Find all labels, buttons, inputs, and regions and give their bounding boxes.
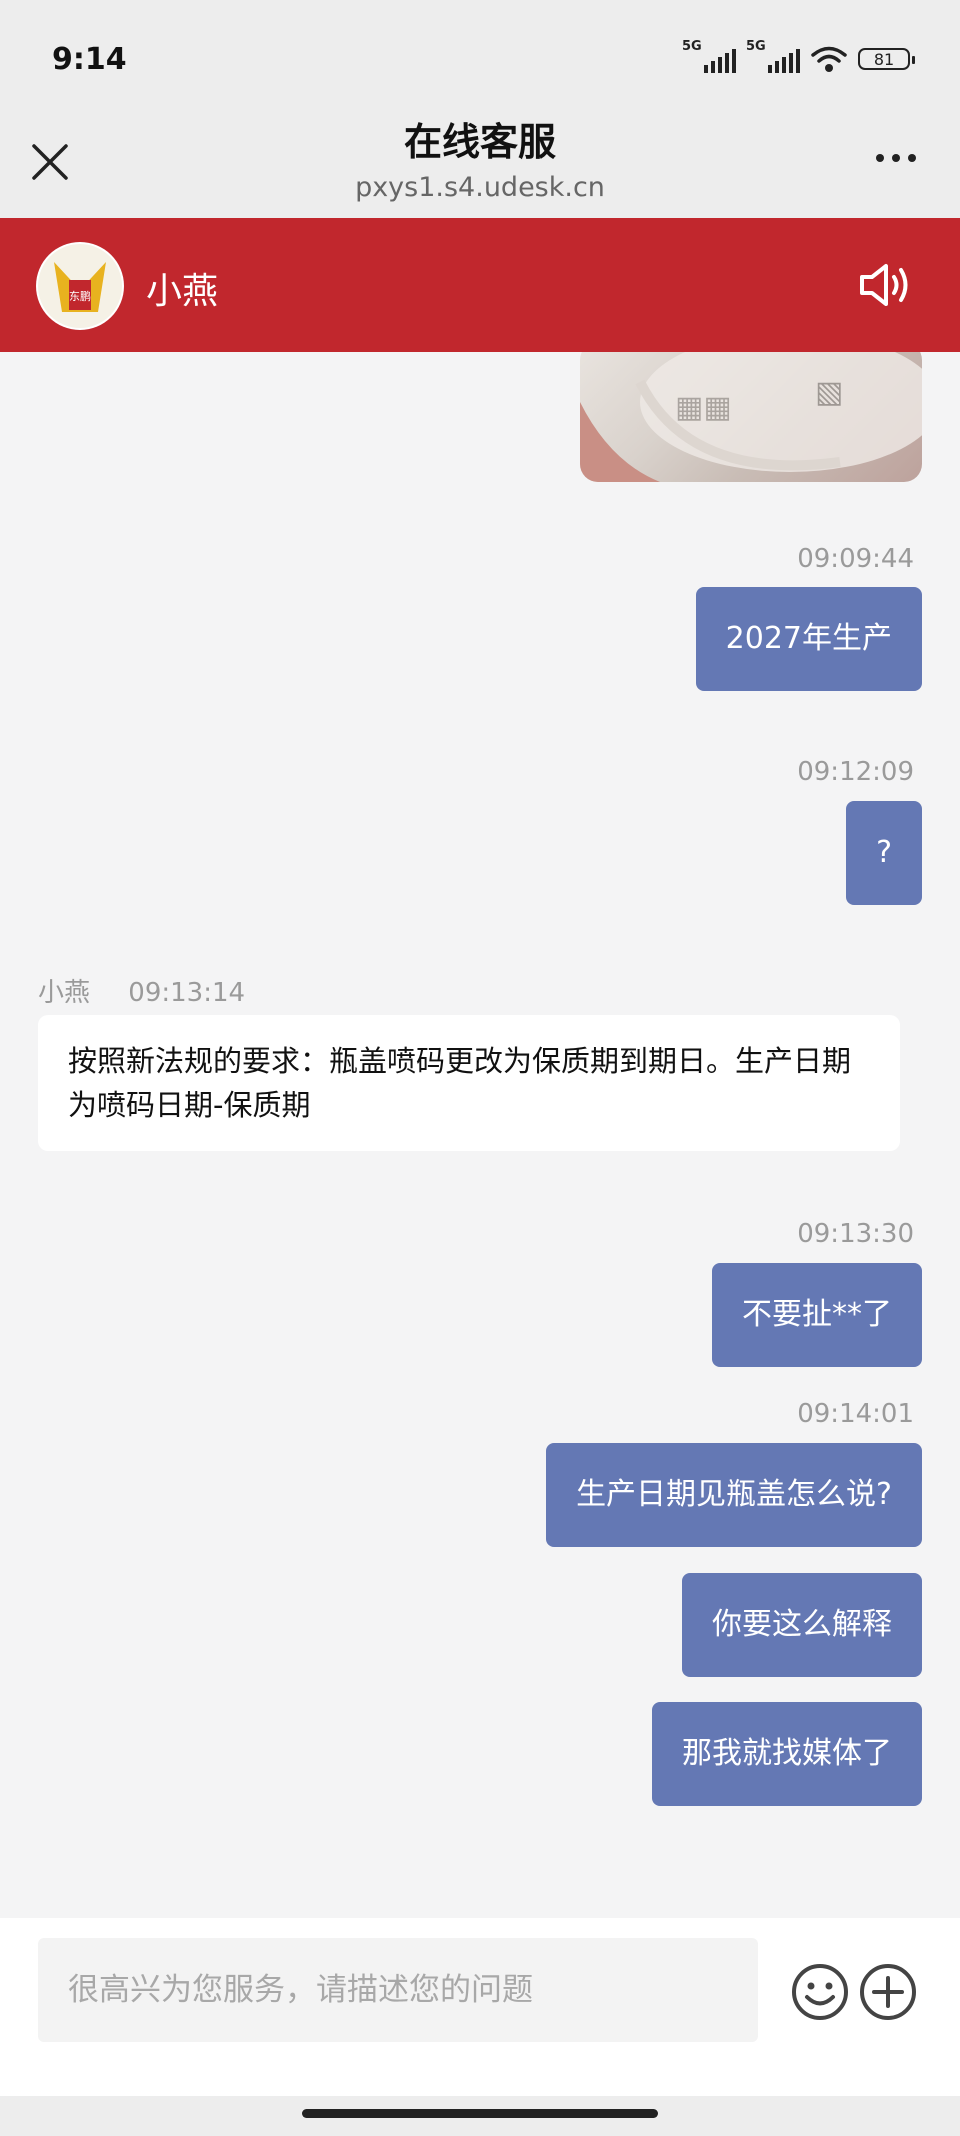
home-indicator[interactable] (302, 2109, 658, 2118)
message-timestamp: 09:12:09 (797, 757, 914, 787)
avatar: 东鹏 (36, 242, 124, 330)
svg-text:▦▦: ▦▦ (675, 390, 732, 425)
chat-area[interactable]: ▦▦ ▧ 09:09:44 2027年生产 09:12:09 ? 小燕 09:1… (0, 352, 960, 1918)
signal-tag: 5G (746, 39, 766, 54)
message-timestamp: 09:13:14 (128, 978, 246, 1008)
nav-bar: 在线客服 pxys1.s4.udesk.cn (0, 120, 960, 218)
agent-name: 小燕 (146, 271, 219, 312)
cell-signal-icon: 5G (682, 39, 736, 73)
agent-message-meta: 小燕 09:13:14 (38, 972, 245, 1009)
message-input[interactable] (38, 1938, 758, 2042)
signal-tag: 5G (682, 39, 702, 54)
my-message-bubble: 那我就找媒体了 (652, 1702, 922, 1806)
agent-message-bubble: 按照新法规的要求：瓶盖喷码更改为保质期到期日。生产日期为喷码日期-保质期 (38, 1015, 900, 1151)
status-icons: 5G 5G 81 (682, 39, 915, 74)
battery-icon: 81 (858, 48, 915, 70)
agent-message-name: 小燕 (38, 978, 91, 1008)
agent-header: 东鹏 小燕 (0, 218, 960, 352)
svg-text:▧: ▧ (815, 375, 843, 410)
plus-icon[interactable] (858, 1962, 918, 2022)
wifi-icon (811, 46, 847, 72)
my-message-bubble: 2027年生产 (695, 587, 922, 691)
page-title: 在线客服 (403, 120, 556, 164)
my-message-bubble: 你要这么解释 (682, 1573, 922, 1677)
status-bar: 9:14 5G 5G 81 (0, 0, 960, 120)
emoji-icon[interactable] (790, 1962, 850, 2022)
cell-signal-icon-2: 5G (746, 39, 800, 73)
speaker-icon[interactable] (858, 260, 914, 310)
page-url: pxys1.s4.udesk.cn (355, 172, 605, 203)
image-message[interactable]: ▦▦ ▧ (580, 352, 922, 482)
status-time: 9:14 (52, 42, 127, 77)
my-message-bubble: 生产日期见瓶盖怎么说? (546, 1443, 922, 1547)
svg-text:东鹏: 东鹏 (69, 290, 91, 303)
message-timestamp: 09:09:44 (797, 544, 914, 574)
my-message-bubble: 不要扯**了 (712, 1263, 922, 1367)
more-icon[interactable] (876, 154, 916, 162)
message-timestamp: 09:13:30 (797, 1219, 914, 1249)
message-timestamp: 09:14:01 (797, 1399, 914, 1429)
my-message-bubble: ? (846, 801, 922, 905)
